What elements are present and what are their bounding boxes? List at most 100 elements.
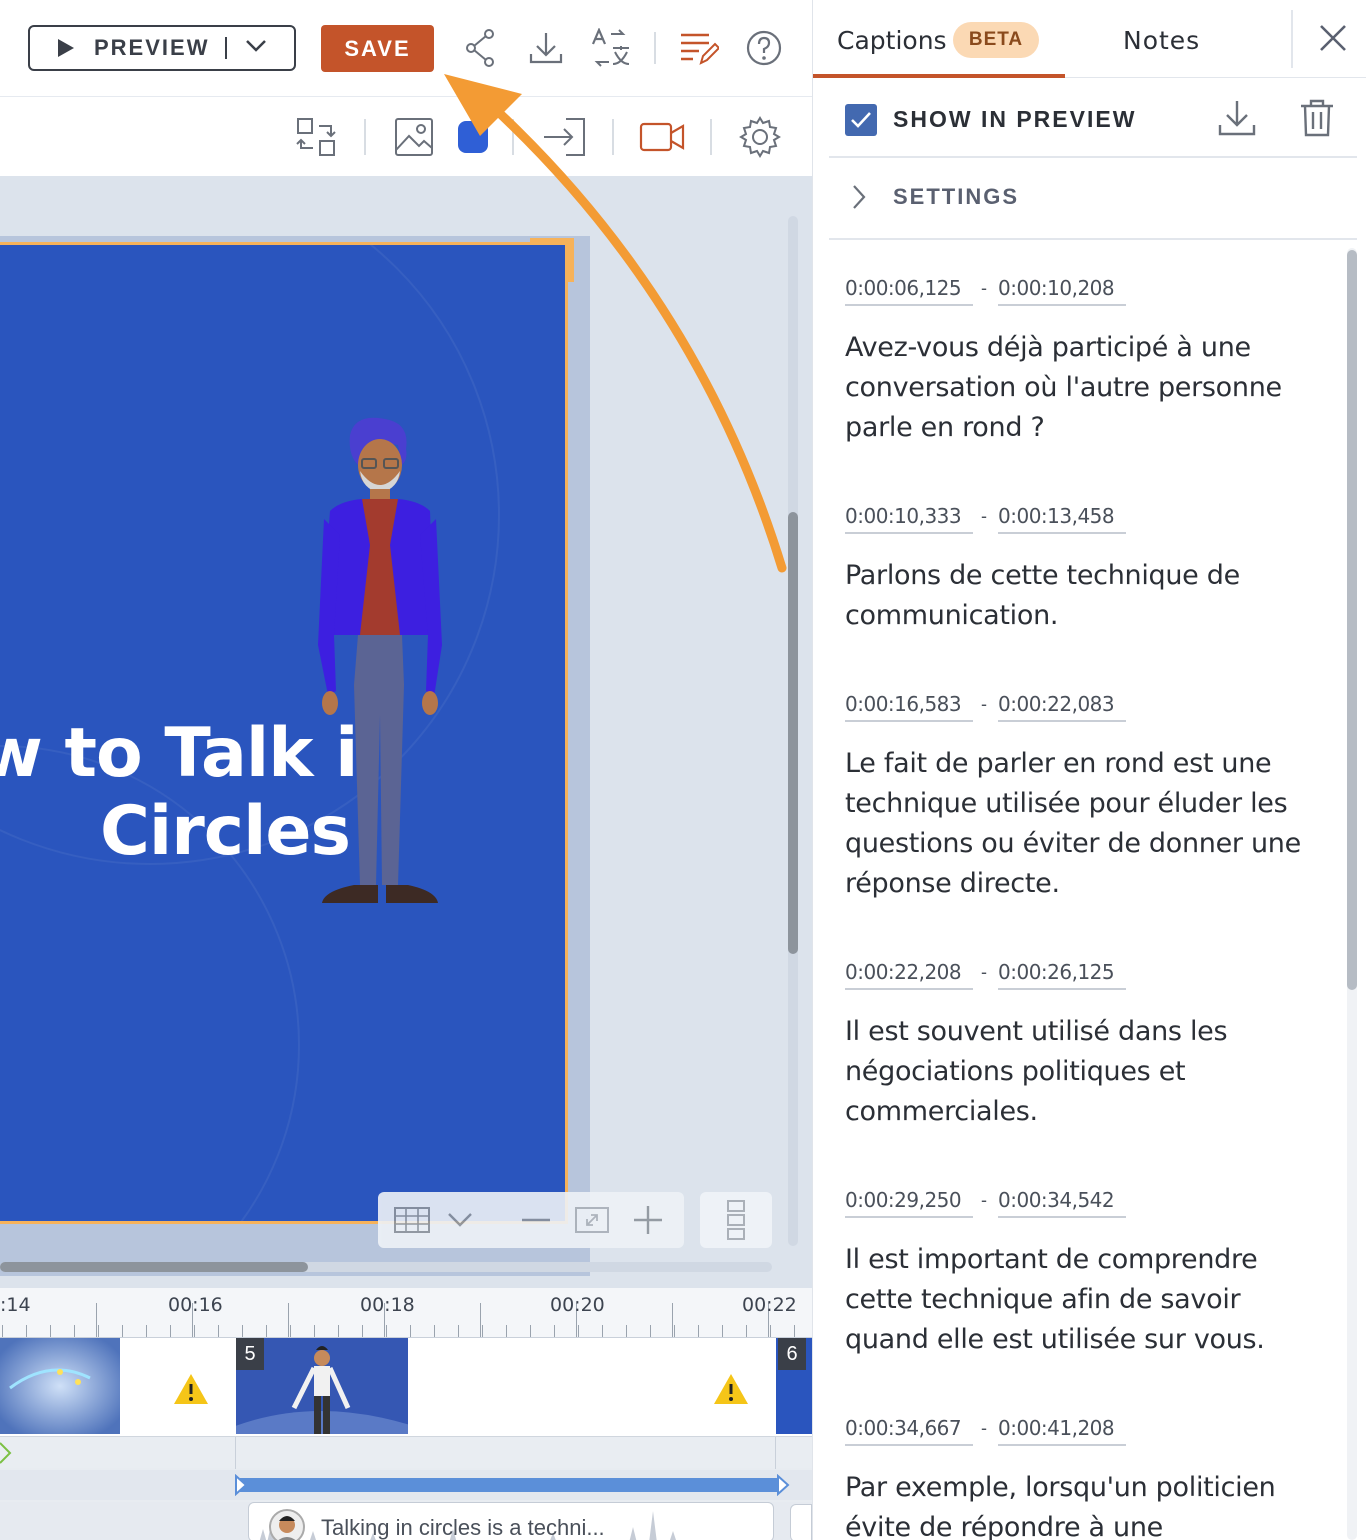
avatar (269, 1509, 305, 1540)
selection-handle[interactable] (530, 238, 574, 282)
scene-clip-thumbnail[interactable]: 5 (236, 1338, 408, 1434)
caption-text[interactable]: Il est important de comprendre cette tec… (845, 1240, 1315, 1360)
caption-start-time[interactable]: 0:00:10,333 (845, 504, 973, 534)
ruler-tick (218, 1325, 219, 1337)
ruler-tick (602, 1325, 603, 1337)
caption-end-time[interactable]: 0:00:34,542 (998, 1188, 1126, 1218)
scene-number-badge: 5 (236, 1338, 264, 1370)
ruler-tick (698, 1325, 699, 1337)
scene-clip-thumbnail[interactable] (0, 1338, 120, 1434)
ruler-tick (722, 1325, 723, 1337)
ruler-tick (98, 1325, 99, 1337)
tab-captions-label: Captions (837, 26, 947, 55)
ruler-time-label: 00:22 (742, 1294, 797, 1316)
audio-clip[interactable] (235, 1474, 790, 1496)
timeline: :14 00:16 00:18 00:20 00:22 5 6 Talking … (0, 1288, 812, 1540)
close-icon[interactable] (1313, 18, 1353, 58)
tab-notes[interactable]: Notes (1123, 26, 1200, 55)
warning-icon[interactable] (172, 1372, 210, 1406)
help-icon[interactable] (742, 26, 786, 70)
preview-divider (225, 37, 228, 59)
audio-handle-left-icon[interactable] (234, 1474, 248, 1496)
ruler-tick (26, 1325, 27, 1337)
caption-end-time[interactable]: 0:00:41,208 (998, 1416, 1126, 1446)
vertical-scrollbar-thumb[interactable] (788, 512, 798, 954)
ruler-tick (338, 1325, 339, 1337)
caption-item: 0:00:16,583 - 0:00:22,083 Le fait de par… (845, 692, 1315, 904)
ruler-major-tick (480, 1303, 481, 1337)
audio-handle-right-icon[interactable] (776, 1474, 790, 1496)
layout-icon[interactable] (700, 1192, 772, 1248)
caption-start-time[interactable]: 0:00:16,583 (845, 692, 973, 722)
ruler-tick (674, 1325, 675, 1337)
translate-icon[interactable] (588, 26, 632, 70)
caption-clip[interactable] (790, 1504, 812, 1540)
gear-icon[interactable] (736, 113, 784, 161)
checkmark-icon (851, 112, 871, 128)
ruler-tick (74, 1325, 75, 1337)
toolbar-divider (364, 119, 366, 155)
show-in-preview-row: SHOW IN PREVIEW (829, 78, 1357, 158)
caption-end-time[interactable]: 0:00:22,083 (998, 692, 1126, 722)
caption-text[interactable]: Parlons de cette technique de communicat… (845, 556, 1315, 636)
caption-item: 0:00:22,208 - 0:00:26,125 Il est souvent… (845, 960, 1315, 1132)
image-icon[interactable] (390, 113, 438, 161)
caption-end-time[interactable]: 0:00:13,458 (998, 504, 1126, 534)
time-separator: - (981, 962, 987, 982)
zoom-in-icon[interactable] (630, 1202, 666, 1238)
scene-boundary (235, 1437, 236, 1469)
trash-icon[interactable] (1297, 98, 1337, 138)
warning-icon[interactable] (712, 1372, 750, 1406)
chevron-down-icon[interactable] (442, 1202, 478, 1238)
slide-canvas[interactable]: w to Talk i Circles (0, 242, 568, 1224)
download-icon[interactable] (524, 26, 568, 70)
download-icon[interactable] (1217, 98, 1257, 138)
caption-text[interactable]: Avez-vous déjà participé à une conversat… (845, 328, 1315, 448)
horizontal-scrollbar-thumb[interactable] (0, 1262, 308, 1272)
panel-tabs: Captions BETA Notes (813, 0, 1366, 78)
preview-button[interactable]: PREVIEW (28, 25, 296, 71)
ruler-major-tick (96, 1303, 97, 1337)
swap-icon[interactable] (292, 113, 340, 161)
zoom-out-icon[interactable] (518, 1202, 554, 1238)
tab-captions[interactable]: Captions BETA (813, 0, 1065, 78)
caption-end-time[interactable]: 0:00:10,208 (998, 276, 1126, 306)
captions-edit-icon[interactable] (676, 26, 720, 70)
caption-text[interactable]: Par exemple, lorsqu'un politicien évite … (845, 1468, 1315, 1540)
caption-text[interactable]: Le fait de parler en rond est une techni… (845, 744, 1315, 904)
caption-start-time[interactable]: 0:00:22,208 (845, 960, 973, 990)
top-toolbar: PREVIEW SAVE (0, 0, 812, 96)
ruler-tick (746, 1325, 747, 1337)
ruler-tick (362, 1325, 363, 1337)
caption-scrollbar-thumb[interactable] (1347, 250, 1357, 990)
canvas-area: w to Talk i Circles (0, 176, 812, 1288)
grid-icon[interactable] (394, 1202, 430, 1238)
scene-clip-thumbnail[interactable]: 6 (776, 1338, 812, 1434)
ruler-time-label: 00:16 (168, 1294, 223, 1316)
caption-clip[interactable]: Talking in circles is a techni... (248, 1502, 774, 1540)
time-separator: - (981, 1418, 987, 1438)
chevron-down-icon[interactable] (245, 39, 267, 58)
fit-icon[interactable] (574, 1202, 610, 1238)
caption-start-time[interactable]: 0:00:34,667 (845, 1416, 973, 1446)
toolbar-divider (512, 119, 514, 155)
keyframe-marker-icon[interactable] (0, 1441, 12, 1465)
color-icon[interactable] (448, 113, 496, 161)
timeline-ruler[interactable]: :14 00:16 00:18 00:20 00:22 (0, 1288, 812, 1338)
caption-text[interactable]: Il est souvent utilisé dans les négociat… (845, 1012, 1315, 1132)
caption-item: 0:00:34,667 - 0:00:41,208 Par exemple, l… (845, 1416, 1315, 1540)
caption-end-time[interactable]: 0:00:26,125 (998, 960, 1126, 990)
caption-start-time[interactable]: 0:00:29,250 (845, 1188, 973, 1218)
share-icon[interactable] (458, 26, 502, 70)
enter-icon[interactable] (540, 113, 588, 161)
save-button[interactable]: SAVE (321, 25, 434, 72)
slide-title[interactable]: w to Talk i Circles (0, 715, 400, 871)
ruler-tick (794, 1325, 795, 1337)
caption-item: 0:00:29,250 - 0:00:34,542 Il est importa… (845, 1188, 1315, 1360)
show-in-preview-checkbox[interactable] (845, 104, 877, 136)
editor-area: PREVIEW SAVE w to Talk i Circles:14 00:… (0, 0, 812, 1540)
camera-icon[interactable] (638, 113, 686, 161)
caption-start-time[interactable]: 0:00:06,125 (845, 276, 973, 306)
settings-row[interactable]: SETTINGS (829, 158, 1357, 240)
ruler-tick (434, 1325, 435, 1337)
